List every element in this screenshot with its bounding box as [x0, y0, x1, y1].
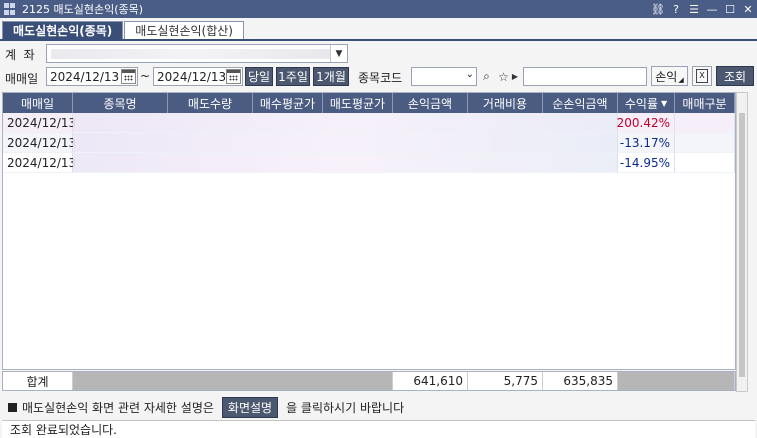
scrollbar-thumb[interactable] — [739, 113, 745, 377]
help-note: 매도실현손익 화면 관련 자세한 설명은 화면설명 을 클릭하시기 바랍니다 — [8, 396, 405, 418]
masked-cells — [73, 153, 618, 173]
cell-trade-type — [675, 113, 735, 133]
chevron-down-icon[interactable]: ▼ — [330, 45, 347, 62]
bullet-square-icon — [8, 402, 17, 412]
col-header-net-pnl[interactable]: 순손익금액 — [543, 93, 618, 113]
corner-arrow-icon: ◢ — [678, 76, 684, 84]
col-header-trade-date[interactable]: 매매일 — [3, 93, 73, 113]
note-suffix: 을 클릭하시기 바랍니다 — [286, 400, 405, 415]
cell-return: 200.42% — [617, 113, 675, 133]
stock-name-field — [523, 67, 647, 86]
totals-label: 합계 — [3, 372, 73, 390]
app-grid-icon — [4, 3, 16, 15]
stock-code-label: 종목코드 — [358, 71, 403, 85]
pnl-dropdown-button[interactable]: 손익 ◢ — [651, 66, 688, 86]
totals-empty-right — [618, 372, 735, 390]
cell-date: 2024/12/13 — [3, 133, 76, 153]
col-header-sell-avg[interactable]: 매도평균가 — [323, 93, 393, 113]
cell-return: -13.17% — [618, 133, 675, 153]
excel-export-icon[interactable]: X — [692, 66, 712, 86]
menu-icon[interactable]: ☰ — [685, 0, 703, 18]
col-header-fee[interactable]: 거래비용 — [468, 93, 543, 113]
one-week-button[interactable]: 1주일 — [276, 67, 310, 86]
date-from-input[interactable]: 2024/12/13 — [46, 67, 138, 86]
return-header-label: 수익률 — [624, 96, 658, 111]
totals-net: 635,835 — [543, 372, 618, 390]
search-icon[interactable]: ⌕ — [478, 67, 495, 86]
pnl-button-label: 손익 — [655, 69, 678, 84]
col-header-return[interactable]: 수익률 ▼ — [618, 93, 675, 113]
table-row[interactable]: 2024/12/13 200.42% — [3, 113, 735, 133]
totals-empty — [73, 372, 393, 390]
calendar-icon[interactable] — [121, 69, 136, 84]
help-icon[interactable]: ? — [667, 0, 685, 18]
tab-bar: 매도실현손익(종목) 매도실현손익(합산) — [2, 21, 245, 39]
date-to-value: 2024/12/13 — [157, 69, 227, 84]
one-month-button[interactable]: 1개월 — [313, 67, 349, 86]
today-button[interactable]: 당일 — [245, 67, 273, 86]
account-masked-value — [51, 49, 331, 59]
play-right-icon[interactable]: ▶ — [510, 67, 520, 86]
sort-desc-icon: ▼ — [660, 98, 668, 108]
account-select[interactable]: ▼ — [46, 44, 348, 63]
vertical-scrollbar[interactable] — [736, 92, 748, 392]
calendar-icon[interactable] — [226, 69, 241, 84]
tab-summed[interactable]: 매도실현손익(합산) — [124, 21, 244, 39]
table-header: 매매일 종목명 매도수량 매수평균가 매도평균가 손익금액 거래비용 순손익금액… — [3, 93, 735, 113]
tab-underline — [0, 39, 757, 41]
col-header-sell-qty[interactable]: 매도수량 — [168, 93, 253, 113]
window-title: 2125 매도실현손익(종목) — [22, 3, 144, 16]
table-row[interactable]: 2024/12/13 -13.17% — [3, 133, 735, 153]
date-from-value: 2024/12/13 — [50, 69, 120, 84]
cell-date: 2024/12/13 — [3, 113, 76, 133]
maximize-icon[interactable]: ☐ — [721, 0, 739, 18]
col-header-trade-type[interactable]: 매매구분 — [675, 93, 735, 113]
account-row: 계 좌 — [5, 44, 35, 64]
date-to-input[interactable]: 2024/12/13 — [153, 67, 243, 86]
minimize-icon[interactable]: — — [703, 0, 721, 18]
cell-trade-type — [675, 133, 735, 153]
col-header-stock-name[interactable]: 종목명 — [73, 93, 168, 113]
screen-help-button[interactable]: 화면설명 — [221, 396, 279, 418]
col-header-buy-avg[interactable]: 매수평균가 — [253, 93, 323, 113]
masked-cells — [73, 133, 618, 153]
chevron-down-icon[interactable]: ⌄ — [466, 69, 474, 80]
link-icon[interactable]: ⛓ — [649, 0, 667, 18]
cell-return: -14.95% — [618, 153, 675, 173]
table-row[interactable]: 2024/12/13 -14.95% — [3, 153, 735, 173]
totals-row: 합계 641,610 5,775 635,835 — [2, 371, 736, 391]
totals-pnl: 641,610 — [393, 372, 468, 390]
status-bar: 조회 완료되었습니다. — [2, 420, 755, 438]
note-prefix: 매도실현손익 화면 관련 자세한 설명은 — [22, 400, 214, 415]
cell-trade-type — [675, 153, 735, 173]
stock-code-input[interactable]: ⌄ — [411, 67, 477, 86]
title-bar: 2125 매도실현손익(종목) ⛓ ? ☰ — ☐ ✕ — [0, 0, 757, 18]
range-separator: ~ — [140, 69, 151, 83]
status-text: 조회 완료되었습니다. — [10, 423, 117, 437]
account-label: 계 좌 — [5, 47, 35, 62]
masked-cells — [73, 113, 618, 133]
totals-fee: 5,775 — [468, 372, 543, 390]
results-table: 매매일 종목명 매도수량 매수평균가 매도평균가 손익금액 거래비용 순손익금액… — [2, 92, 736, 370]
trade-date-label: 매매일 — [5, 72, 39, 86]
close-icon[interactable]: ✕ — [739, 0, 757, 18]
col-header-pnl[interactable]: 손익금액 — [393, 93, 468, 113]
cell-date: 2024/12/13 — [3, 153, 76, 173]
tab-by-stock[interactable]: 매도실현손익(종목) — [2, 21, 124, 39]
query-button[interactable]: 조회 — [716, 66, 754, 86]
